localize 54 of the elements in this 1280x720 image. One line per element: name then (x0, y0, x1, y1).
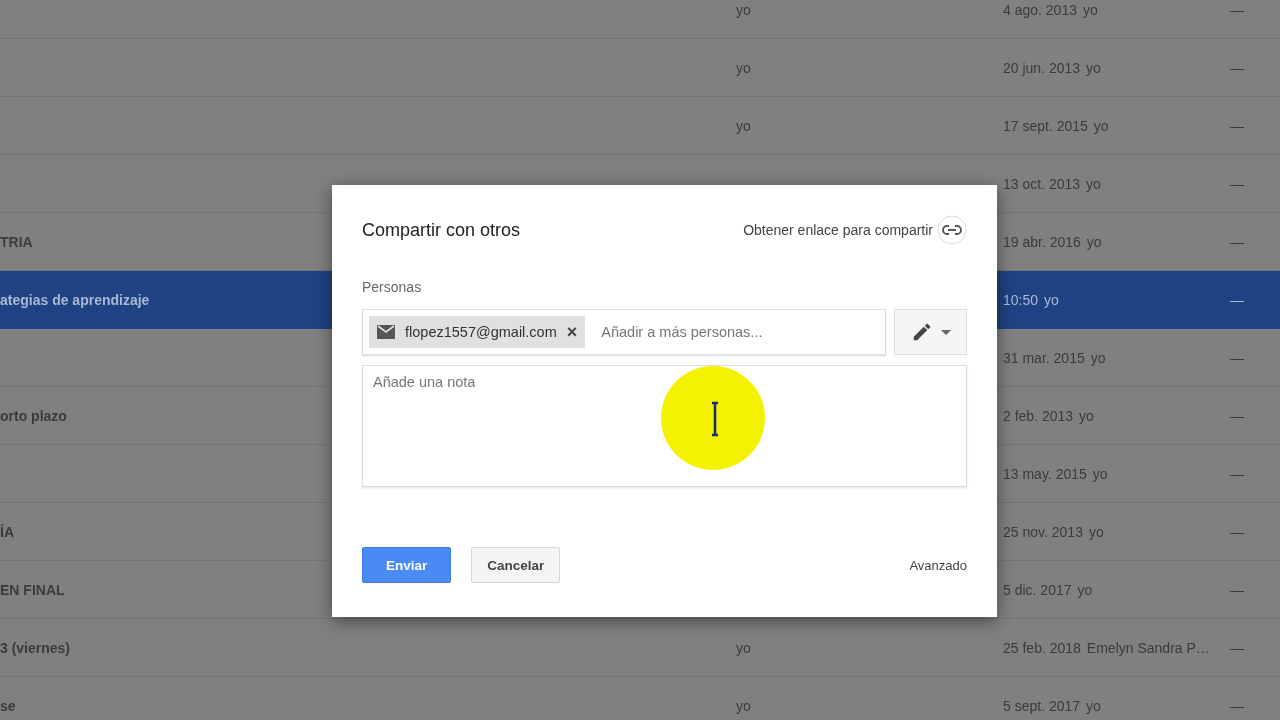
modified-by: yo (1082, 1, 1098, 18)
size-cell: — (1230, 349, 1244, 366)
modified-by: yo (1086, 233, 1102, 250)
size-cell: — (1230, 407, 1244, 424)
file-name: ÍA (0, 523, 14, 540)
modified-date: 2 feb. 2013 (1003, 407, 1074, 424)
modified-date: 10:50 (1003, 291, 1039, 308)
file-name: orto plazo (0, 407, 67, 424)
modified-date: 25 feb. 2018 (1003, 639, 1081, 656)
modified-by: yo (1086, 697, 1101, 714)
owner-cell: yo (736, 697, 751, 714)
modified-by: yo (1079, 407, 1094, 424)
chip-email: flopez1557@gmail.com (405, 324, 557, 340)
owner-cell: yo (736, 117, 751, 134)
modified-date: 31 mar. 2015 (1003, 349, 1085, 366)
size-cell: — (1230, 639, 1244, 656)
owner-cell: yo (736, 639, 751, 656)
size-cell: — (1230, 1, 1244, 18)
people-label: Personas (362, 279, 423, 295)
modified-by: yo (1077, 581, 1093, 598)
size-cell: — (1230, 59, 1244, 76)
size-cell: — (1230, 233, 1244, 250)
file-name: TRIA (0, 233, 33, 250)
modified-date: 4 ago. 2013 (1003, 1, 1077, 18)
modified-date: 19 abr. 2016 (1003, 233, 1081, 250)
modified-date: 25 nov. 2013 (1003, 523, 1083, 540)
owner-cell: yo (736, 59, 751, 76)
modified-by: yo (1092, 465, 1108, 482)
dialog-title: Compartir con otros (362, 219, 521, 241)
modified-date: 5 sept. 2017 (1003, 697, 1081, 714)
size-cell: — (1230, 175, 1244, 192)
modified-date: 13 oct. 2013 (1003, 175, 1081, 192)
size-cell: — (1230, 465, 1244, 482)
modified-by: yo (1086, 175, 1101, 192)
size-cell: — (1230, 523, 1244, 540)
modified-by: yo (1088, 523, 1104, 540)
modified-by: yo (1086, 59, 1101, 76)
file-name: ategias de aprendizaje (0, 291, 150, 308)
size-cell: — (1230, 697, 1244, 714)
file-name: se (0, 697, 16, 714)
modified-date: 13 may. 2015 (1003, 465, 1087, 482)
modified-date: 5 dic. 2017 (1003, 581, 1072, 598)
size-cell: — (1230, 117, 1244, 134)
modified-date: 17 sept. 2015 (1003, 117, 1088, 134)
file-name: EN FINAL (0, 581, 65, 598)
modified-by: yo (1093, 117, 1109, 134)
modified-date: 20 jun. 2013 (1003, 59, 1081, 76)
modified-by: Emelyn Sandra P… (1086, 639, 1210, 656)
size-cell: — (1230, 581, 1244, 598)
modified-by: yo (1044, 291, 1059, 308)
owner-cell: yo (736, 1, 751, 18)
modified-by: yo (1090, 349, 1106, 366)
size-cell: — (1230, 291, 1244, 308)
file-name: 3 (viernes) (0, 639, 71, 656)
